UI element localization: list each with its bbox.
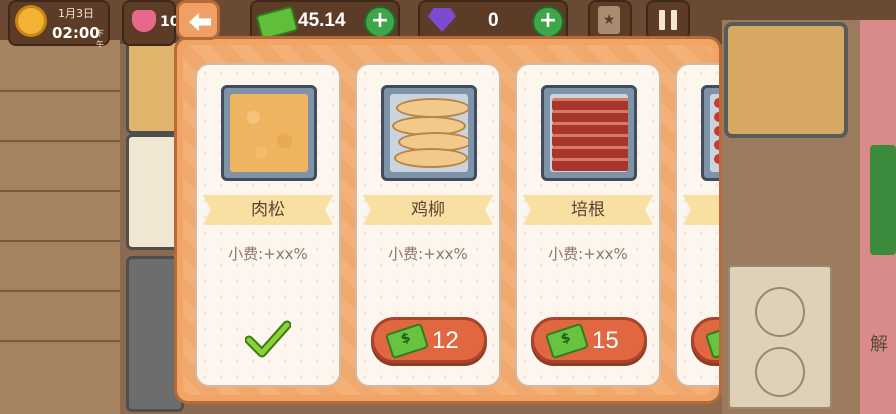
reputation-panel: 10 [122, 0, 179, 46]
right-food-tray[interactable] [724, 22, 848, 138]
item-tip: 小费:+xx% [228, 245, 308, 263]
buy-sausage-button[interactable] [691, 317, 719, 363]
add-money-button[interactable]: + [364, 6, 396, 38]
back-arrow-icon [189, 13, 211, 31]
ampm-label: 下午 [96, 29, 104, 49]
time-label: 02:00 [52, 24, 100, 42]
cash-icon [544, 322, 590, 360]
item-card-bacon[interactable]: 培根 小费:+xx% 15 [515, 63, 661, 387]
item-tip: 小 [677, 243, 719, 264]
bacon-image [541, 85, 637, 181]
date-time-panel: 1月3日 02:00 下午 [8, 0, 110, 49]
gem-icon [428, 8, 456, 32]
order-notes [728, 265, 832, 409]
item-name: 鸡柳 [363, 195, 493, 225]
item-name [683, 195, 719, 225]
buy-bacon-button[interactable]: 15 [531, 317, 647, 363]
sausage-image [701, 85, 719, 181]
item-name: 培根 [523, 195, 653, 225]
checkmark-icon [245, 320, 291, 358]
left-shelf [0, 40, 120, 414]
item-card-floss[interactable]: 肉松 小费:+xx% [195, 63, 341, 387]
cash-icon [384, 322, 430, 360]
ingredient-shop-modal: 肉松 小费:+xx% 鸡柳 小费:+xx% 12 [174, 36, 722, 404]
cash-icon [704, 322, 719, 360]
money-value: 45.14 [298, 10, 346, 31]
right-green-item[interactable] [870, 145, 896, 255]
star-book-icon: ★ [598, 6, 620, 34]
heart-icon [132, 10, 156, 32]
unlock-label: 解 [870, 334, 888, 355]
pause-button[interactable] [646, 0, 690, 40]
sun-icon [18, 8, 44, 34]
date-label: 1月3日 [58, 7, 94, 20]
item-card-chicken-tenders[interactable]: 鸡柳 小费:+xx% 12 [355, 63, 501, 387]
item-tip: 小费:+xx% [388, 245, 468, 263]
chicken-tenders-image [381, 85, 477, 181]
pause-icon [659, 10, 677, 30]
add-gems-button[interactable]: + [532, 6, 564, 38]
buy-chicken-tenders-button[interactable]: 12 [371, 317, 487, 363]
item-name: 肉松 [203, 195, 333, 225]
item-tip: 小费:+xx% [548, 245, 628, 263]
item-price: 12 [432, 327, 459, 354]
gem-value: 0 [488, 10, 499, 31]
back-button[interactable] [176, 0, 220, 40]
floss-image [221, 85, 317, 181]
item-price: 15 [592, 327, 619, 354]
item-card-sausage[interactable]: 小 [675, 63, 719, 387]
